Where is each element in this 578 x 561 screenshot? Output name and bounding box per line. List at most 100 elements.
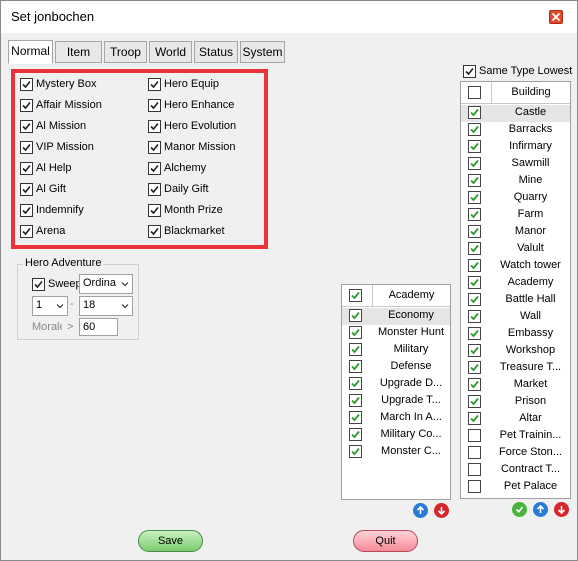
level-from-select[interactable]: 1 xyxy=(32,296,68,316)
list-item[interactable]: Castle xyxy=(461,105,570,122)
option-checkbox[interactable]: Manor Mission xyxy=(148,139,236,155)
checkbox[interactable] xyxy=(468,463,481,476)
option-checkbox[interactable]: Blackmarket xyxy=(148,223,225,239)
checkbox[interactable] xyxy=(468,242,481,255)
checkbox[interactable] xyxy=(468,446,481,459)
option-checkbox[interactable]: Al Gift xyxy=(20,181,66,197)
option-checkbox[interactable]: Daily Gift xyxy=(148,181,209,197)
checkbox[interactable] xyxy=(20,119,33,133)
option-checkbox[interactable]: Arena xyxy=(20,223,65,239)
list-item[interactable]: Battle Hall xyxy=(461,292,570,309)
option-checkbox[interactable]: Indemnify xyxy=(20,202,84,218)
checkbox[interactable] xyxy=(148,119,161,133)
checkbox[interactable] xyxy=(20,140,33,154)
list-item[interactable]: Altar xyxy=(461,411,570,428)
list-item[interactable]: Barracks xyxy=(461,122,570,139)
list-item[interactable]: Pet Trainin... xyxy=(461,428,570,445)
select-all-checkbox[interactable] xyxy=(349,289,362,302)
option-checkbox[interactable]: Mystery Box xyxy=(20,76,97,92)
list-item[interactable]: Force Ston... xyxy=(461,445,570,462)
checkbox[interactable] xyxy=(32,277,45,291)
list-item[interactable]: Farm xyxy=(461,207,570,224)
checkbox[interactable] xyxy=(148,140,161,154)
checkbox[interactable] xyxy=(468,174,481,187)
tab-status[interactable]: Status xyxy=(194,41,238,63)
building-move-up-button[interactable] xyxy=(533,502,548,517)
tab-troop[interactable]: Troop xyxy=(104,41,147,63)
checkbox[interactable] xyxy=(349,445,362,458)
list-item[interactable]: Upgrade D... xyxy=(342,376,450,393)
list-item[interactable]: Manor xyxy=(461,224,570,241)
list-item[interactable]: Monster Hunt xyxy=(342,325,450,342)
option-checkbox[interactable]: VIP Mission xyxy=(20,139,94,155)
list-item[interactable]: Wall xyxy=(461,309,570,326)
list-item[interactable]: Military xyxy=(342,342,450,359)
same-type-lowest-checkbox[interactable]: Same Type Lowest xyxy=(463,63,572,79)
checkbox[interactable] xyxy=(468,157,481,170)
checkbox[interactable] xyxy=(468,361,481,374)
checkbox[interactable] xyxy=(468,293,481,306)
quit-button[interactable]: Quit xyxy=(353,530,418,552)
checkbox[interactable] xyxy=(20,161,33,175)
building-column-header[interactable]: Building xyxy=(491,82,570,104)
tab-system[interactable]: System xyxy=(240,41,285,63)
option-checkbox[interactable]: Month Prize xyxy=(148,202,223,218)
checkbox[interactable] xyxy=(468,106,481,119)
checkbox[interactable] xyxy=(468,259,481,272)
checkbox[interactable] xyxy=(148,161,161,175)
checkbox[interactable] xyxy=(468,378,481,391)
option-checkbox[interactable]: Hero Evolution xyxy=(148,118,236,134)
checkbox[interactable] xyxy=(463,64,476,78)
list-item[interactable]: Military Co... xyxy=(342,427,450,444)
academy-move-down-button[interactable] xyxy=(434,503,449,518)
checkbox[interactable] xyxy=(349,377,362,390)
list-item[interactable]: Treasure T... xyxy=(461,360,570,377)
checkbox[interactable] xyxy=(468,480,481,493)
academy-move-up-button[interactable] xyxy=(413,503,428,518)
building-move-down-button[interactable] xyxy=(554,502,569,517)
option-checkbox[interactable]: Hero Equip xyxy=(148,76,219,92)
checkbox[interactable] xyxy=(468,310,481,323)
checkbox[interactable] xyxy=(148,203,161,217)
list-item[interactable]: Upgrade T... xyxy=(342,393,450,410)
checkbox[interactable] xyxy=(148,224,161,238)
list-item[interactable]: Defense xyxy=(342,359,450,376)
list-item[interactable]: Pet Palace xyxy=(461,479,570,496)
list-item[interactable]: Mine xyxy=(461,173,570,190)
checkbox[interactable] xyxy=(20,224,33,238)
checkbox[interactable] xyxy=(468,225,481,238)
option-checkbox[interactable]: Hero Enhance xyxy=(148,97,234,113)
list-item[interactable]: Academy xyxy=(461,275,570,292)
checkbox[interactable] xyxy=(148,77,161,91)
save-button[interactable]: Save xyxy=(138,530,203,552)
sweep-checkbox[interactable]: Sweep xyxy=(32,276,82,292)
option-checkbox[interactable]: Al Mission xyxy=(20,118,86,134)
checkbox[interactable] xyxy=(349,343,362,356)
checkbox[interactable] xyxy=(349,411,362,424)
academy-list[interactable]: Academy Economy Monster Hunt Military Defen… xyxy=(341,284,451,500)
list-item[interactable]: Economy xyxy=(342,308,450,325)
checkbox[interactable] xyxy=(20,98,33,112)
tab-normal[interactable]: Normal xyxy=(8,40,53,64)
checkbox[interactable] xyxy=(20,77,33,91)
level-to-select[interactable]: 18 xyxy=(79,296,133,316)
list-item[interactable]: Valult xyxy=(461,241,570,258)
list-item[interactable]: Monster C... xyxy=(342,444,450,461)
list-item[interactable]: Market xyxy=(461,377,570,394)
building-list[interactable]: Building Castle Barracks Infirmary Sawmill M… xyxy=(460,81,571,499)
list-item[interactable]: Infirmary xyxy=(461,139,570,156)
checkbox[interactable] xyxy=(468,412,481,425)
option-checkbox[interactable]: Alchemy xyxy=(148,160,206,176)
close-button[interactable] xyxy=(549,10,563,24)
list-item[interactable]: Workshop xyxy=(461,343,570,360)
list-item[interactable]: Prison xyxy=(461,394,570,411)
tab-item[interactable]: Item xyxy=(55,41,102,63)
checkbox[interactable] xyxy=(148,182,161,196)
list-item[interactable]: Quarry xyxy=(461,190,570,207)
checkbox[interactable] xyxy=(148,98,161,112)
list-item[interactable]: Contract T... xyxy=(461,462,570,479)
checkbox[interactable] xyxy=(349,360,362,373)
checkbox[interactable] xyxy=(468,140,481,153)
checkbox[interactable] xyxy=(468,327,481,340)
checkbox[interactable] xyxy=(468,395,481,408)
